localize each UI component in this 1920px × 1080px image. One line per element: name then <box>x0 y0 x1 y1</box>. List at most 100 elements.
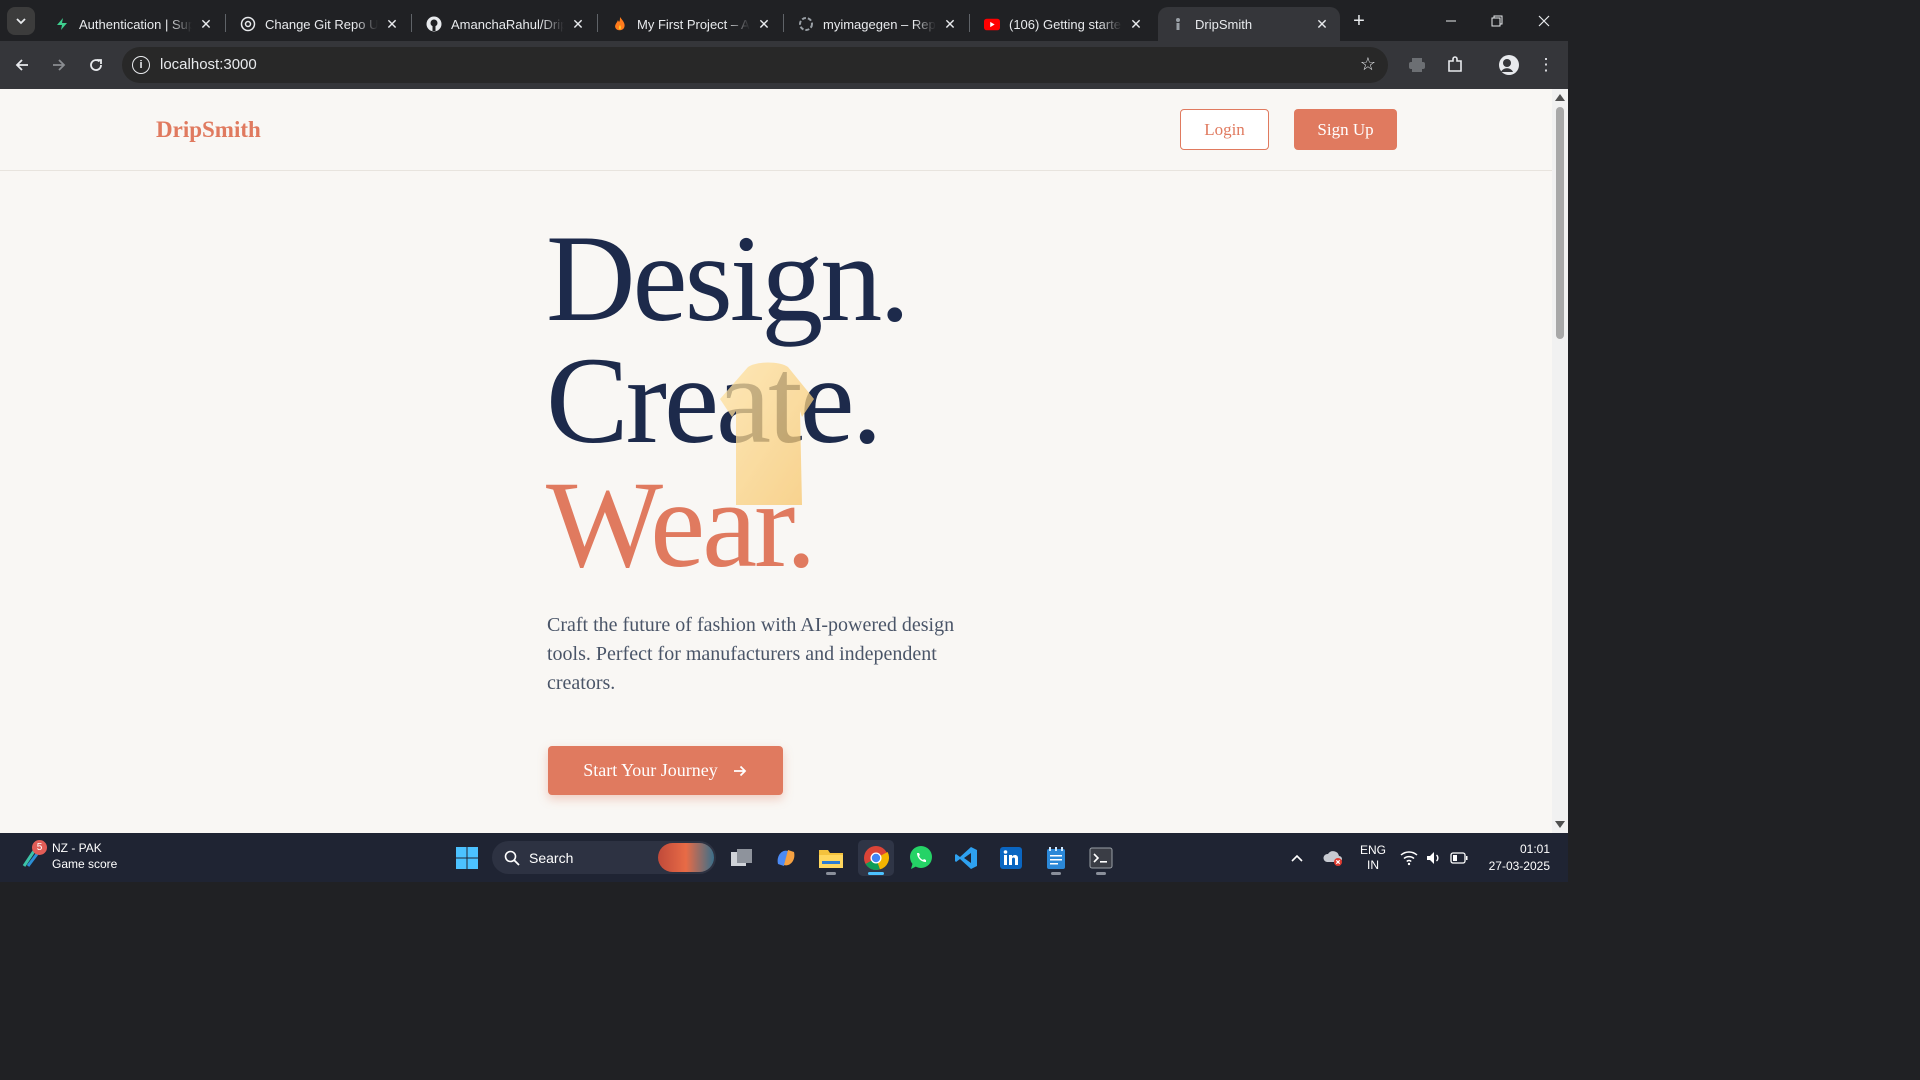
folder-icon <box>819 850 843 868</box>
plus-icon: + <box>1353 9 1365 32</box>
github-icon <box>426 16 442 32</box>
profile-avatar[interactable] <box>1495 51 1523 79</box>
bookmark-star-icon[interactable]: ☆ <box>1360 54 1376 75</box>
signup-button[interactable]: Sign Up <box>1294 109 1397 150</box>
openai-icon <box>240 16 256 32</box>
clock-time: 01:01 <box>1519 842 1550 856</box>
printer-icon[interactable] <box>1403 51 1431 79</box>
site-info-icon[interactable]: i <box>132 56 150 74</box>
restore-button[interactable] <box>1474 0 1520 41</box>
minimize-button[interactable] <box>1428 0 1474 41</box>
forward-button[interactable] <box>45 51 73 79</box>
close-icon[interactable]: ✕ <box>942 16 958 32</box>
tab-title: DripSmith <box>1195 16 1253 32</box>
close-icon[interactable]: ✕ <box>570 16 586 32</box>
close-icon <box>1538 15 1550 26</box>
notepad-icon <box>1047 847 1065 869</box>
extensions-icon[interactable] <box>1441 51 1469 79</box>
reload-button[interactable] <box>82 51 110 79</box>
whatsapp-app[interactable] <box>903 840 939 876</box>
tab-supabase[interactable]: Authentication | Supabase ✕ <box>42 7 224 41</box>
wifi-icon <box>1400 850 1418 865</box>
taskbar-search[interactable]: Search <box>492 841 716 874</box>
linkedin-app[interactable] <box>993 840 1029 876</box>
chrome-icon <box>864 846 889 870</box>
file-explorer-app[interactable] <box>813 840 849 876</box>
onedrive-status[interactable] <box>1322 833 1344 882</box>
page-viewport: DripSmith Login Sign Up Design. Create. … <box>0 89 1552 833</box>
notification-badge: 5 <box>32 840 47 855</box>
tab-separator <box>225 14 226 32</box>
language-indicator[interactable]: ENG IN <box>1360 833 1386 882</box>
arrow-left-icon <box>15 59 28 71</box>
back-button[interactable] <box>8 51 36 79</box>
hero-tagline: Craft the future of fashion with AI-powe… <box>547 614 955 694</box>
copilot-app[interactable] <box>768 840 804 876</box>
close-window-button[interactable] <box>1521 0 1567 41</box>
search-label: Search <box>529 849 574 866</box>
language-code: ENG <box>1360 842 1387 857</box>
system-clock[interactable]: 01:01 27-03-2025 <box>1484 841 1550 875</box>
start-button[interactable] <box>449 840 485 876</box>
tab-separator <box>411 14 412 32</box>
close-icon[interactable]: ✕ <box>1314 16 1330 32</box>
tab-github[interactable]: AmanchaRahul/DripSmith ✕ <box>414 7 596 41</box>
search-icon <box>504 850 520 866</box>
running-indicator <box>1096 872 1106 875</box>
news-widget[interactable]: 5 NZ - PAK Game score <box>18 840 117 872</box>
tab-youtube[interactable]: (106) Getting started ✕ <box>972 7 1154 41</box>
hero-line-create: Create. <box>546 332 883 469</box>
tab-firebase[interactable]: My First Project – Authentication ✕ <box>600 7 782 41</box>
vscode-app[interactable] <box>948 840 984 876</box>
terminal-icon <box>1089 847 1113 869</box>
cricket-icon: 5 <box>18 840 47 870</box>
chrome-app[interactable] <box>858 840 894 876</box>
arrow-right-icon <box>733 765 747 776</box>
replicate-icon <box>798 16 814 32</box>
hero-line-design: Design. <box>546 210 910 347</box>
volume-icon <box>1427 851 1439 864</box>
tab-strip: Authentication | Supabase ✕ Change Git R… <box>0 0 1568 41</box>
terminal-app[interactable] <box>1083 840 1119 876</box>
tab-chatgpt[interactable]: Change Git Repo URL ✕ <box>228 7 410 41</box>
chevron-up-icon <box>1291 854 1303 862</box>
close-icon[interactable]: ✕ <box>198 16 214 32</box>
whatsapp-icon <box>910 846 932 869</box>
notepad-app[interactable] <box>1038 840 1074 876</box>
tab-title: myimagegen – Replicate <box>823 16 936 32</box>
show-hidden-icons-button[interactable] <box>1290 833 1304 882</box>
tab-replicate[interactable]: myimagegen – Replicate ✕ <box>786 7 968 41</box>
tab-title: Authentication | Supabase <box>79 16 192 32</box>
address-bar[interactable]: i localhost:3000 ☆ <box>122 47 1388 83</box>
scrollbar-thumb[interactable] <box>1556 107 1564 339</box>
new-tab-button[interactable]: + <box>1347 9 1371 33</box>
task-view-button[interactable] <box>724 840 760 876</box>
start-journey-label: Start Your Journey <box>583 760 718 780</box>
start-journey-button[interactable]: Start Your Journey <box>548 746 783 795</box>
tab-separator <box>597 14 598 32</box>
youtube-icon <box>984 16 1000 32</box>
page-scrollbar[interactable] <box>1552 89 1568 833</box>
tab-title: (106) Getting started <box>1009 16 1122 32</box>
quick-settings[interactable] <box>1400 833 1468 882</box>
close-icon[interactable]: ✕ <box>1128 16 1144 32</box>
browser-toolbar: i localhost:3000 ☆ ⋮ <box>0 41 1568 89</box>
tab-dripsmith[interactable]: DripSmith ✕ <box>1158 7 1340 41</box>
scroll-up-arrow-icon[interactable] <box>1555 94 1565 101</box>
close-icon[interactable]: ✕ <box>756 16 772 32</box>
minimize-icon <box>1446 20 1456 21</box>
tab-title: Change Git Repo URL <box>265 16 378 32</box>
scroll-down-arrow-icon[interactable] <box>1555 821 1565 828</box>
running-indicator <box>826 872 836 875</box>
cloud-error-icon <box>1323 850 1342 866</box>
tab-separator <box>783 14 784 32</box>
arrow-right-icon <box>53 59 66 71</box>
tab-search-button[interactable] <box>7 7 35 35</box>
site-logo[interactable]: DripSmith <box>156 117 261 143</box>
close-icon[interactable]: ✕ <box>384 16 400 32</box>
login-button[interactable]: Login <box>1180 109 1269 150</box>
chevron-down-icon <box>16 18 26 25</box>
battery-icon <box>1450 851 1468 864</box>
reload-icon <box>90 59 102 71</box>
kebab-menu-icon[interactable]: ⋮ <box>1532 51 1560 79</box>
